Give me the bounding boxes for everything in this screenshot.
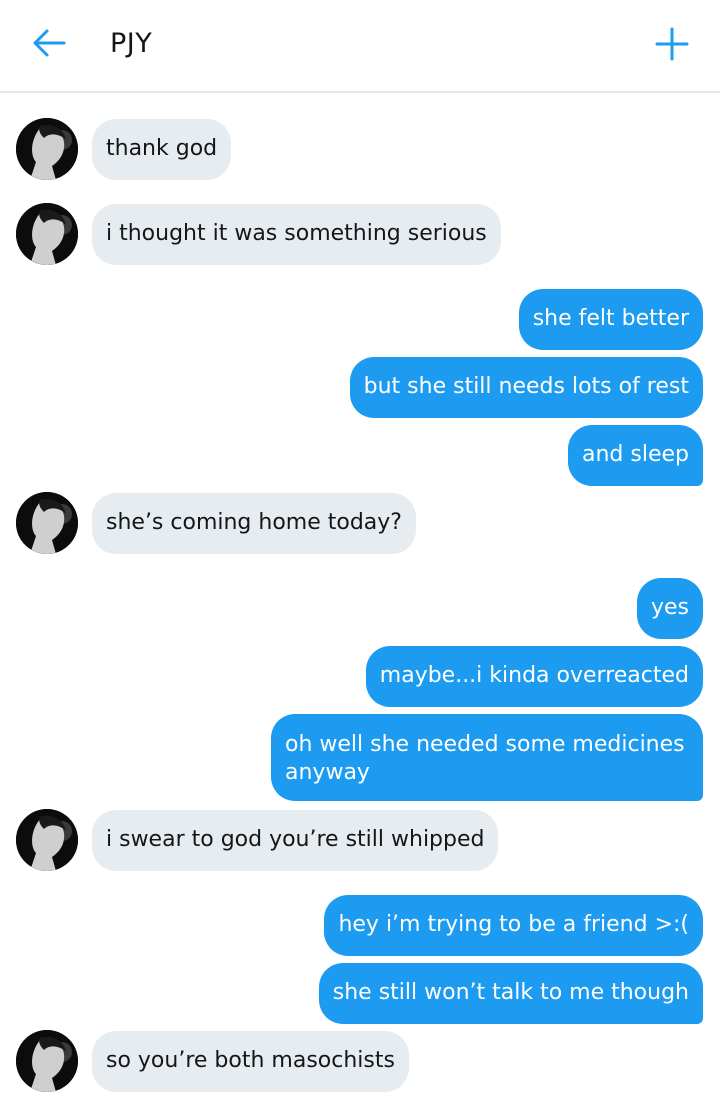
avatar[interactable] (16, 492, 78, 554)
message-bubble-outgoing[interactable]: yes (636, 578, 703, 639)
avatar[interactable] (16, 203, 78, 265)
message-bubble-incoming[interactable]: so you’re both masochists (92, 1031, 409, 1092)
avatar[interactable] (16, 809, 78, 871)
message-bubble-outgoing[interactable]: hey i’m trying to be a friend >:( (324, 895, 703, 956)
message-bubble-incoming[interactable]: i thought it was something serious (92, 204, 501, 265)
message-bubble-incoming[interactable]: i swear to god you’re still whipped (92, 810, 499, 871)
page-title: PJY (110, 28, 153, 59)
message-bubble-outgoing[interactable]: she still won’t talk to me though (318, 963, 703, 1024)
avatar[interactable] (16, 1030, 78, 1092)
message-bubble-outgoing[interactable]: oh well she needed some medicines anyway (271, 714, 703, 801)
message-bubble-outgoing[interactable]: and sleep (568, 425, 703, 486)
plus-icon (655, 27, 689, 61)
arrow-left-icon (33, 29, 66, 57)
back-button[interactable] (28, 22, 70, 64)
message-bubble-incoming[interactable]: she’s coming home today? (92, 493, 416, 554)
conversation-header: PJY (0, 0, 720, 93)
message-bubble-outgoing[interactable]: she felt better (518, 289, 703, 350)
add-button[interactable] (650, 22, 694, 66)
message-bubble-outgoing[interactable]: but she still needs lots of rest (349, 357, 703, 418)
avatar[interactable] (16, 118, 78, 180)
message-bubble-incoming[interactable]: thank god (92, 119, 232, 180)
message-bubble-outgoing[interactable]: maybe...i kinda overreacted (365, 646, 703, 707)
